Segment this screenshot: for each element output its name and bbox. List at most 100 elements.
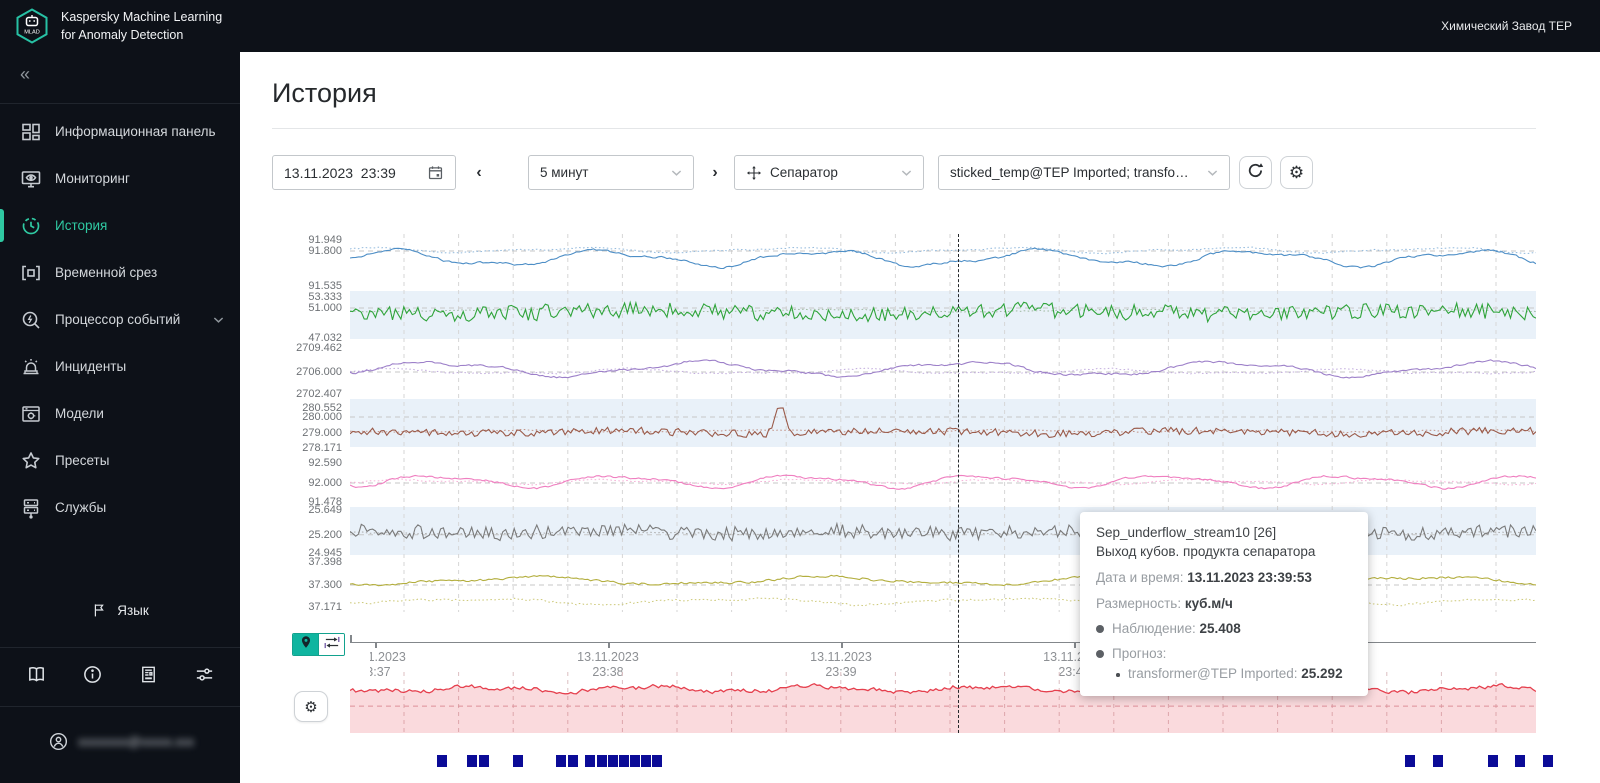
services-icon [20, 497, 42, 519]
anomaly-marker[interactable] [437, 755, 447, 767]
refresh-icon [1246, 161, 1265, 185]
anomaly-marker[interactable] [479, 755, 489, 767]
y-axis-label: 47.032 [308, 332, 342, 345]
sidebar-item-label: Временной срез [55, 265, 158, 280]
sub-bullet-icon [1116, 673, 1120, 677]
sidebar-item-presets[interactable]: Пресеты [0, 437, 240, 484]
anomaly-marker[interactable] [467, 755, 477, 767]
tooltip-row: Дата и время: 13.11.2023 23:39:53 [1096, 570, 1312, 585]
plant-name: Химический Завод ТЕР [1441, 19, 1572, 33]
language-button[interactable]: Язык [0, 602, 240, 618]
pin-icon [299, 635, 313, 654]
y-axis-label: 37.300 [308, 579, 342, 591]
flag-icon [91, 602, 107, 618]
calendar-icon[interactable] [427, 164, 444, 181]
mlad-logo-icon: MLAD [15, 8, 49, 44]
chart-settings-button[interactable]: ⚙ [1280, 156, 1313, 189]
sidebar-item-label: Мониторинг [55, 171, 130, 186]
sidebar-item-label: Модели [55, 406, 104, 421]
tooltip-subtitle: Выход кубов. продукта сепаратора [1096, 544, 1316, 559]
anomaly-marker[interactable] [608, 755, 618, 767]
guide-icon[interactable] [8, 664, 64, 685]
sidebar: « Информационная панель Мониторинг История… [0, 52, 240, 783]
chevron-down-icon [213, 316, 224, 324]
sidebar-item-label: Инциденты [55, 359, 127, 374]
anomaly-marker[interactable] [630, 755, 640, 767]
settings-icon[interactable] [176, 664, 232, 685]
series-bullet-icon [1096, 649, 1104, 658]
chart-mode-toggle [292, 633, 345, 656]
sidebar-item-models[interactable]: Модели [0, 390, 240, 437]
y-axis-label: 91.949 [308, 233, 342, 246]
refresh-button[interactable] [1239, 156, 1272, 189]
sidebar-item-dashboard[interactable]: Информационная панель [0, 108, 240, 155]
y-axis-label: 53.333 [308, 291, 342, 304]
tooltip-title: Sep_underflow_stream10 [26] [1096, 525, 1277, 540]
sidebar-nav: Информационная панель Мониторинг История Вр… [0, 108, 240, 531]
datetime-field[interactable]: 13.11.2023 23:39 [272, 155, 456, 190]
sidebar-item-label: История [55, 218, 108, 233]
prev-interval-button[interactable]: ‹ [468, 155, 490, 190]
anomaly-marker[interactable] [1405, 755, 1415, 767]
user-email: xxxxxxxx@xxxxx.xxx [78, 734, 195, 749]
models-select[interactable]: sticked_temp@TEP Imported; transfor… [938, 155, 1230, 190]
interval-select[interactable]: 5 минут [528, 155, 694, 190]
divider [0, 647, 240, 648]
sidebar-item-event-processor[interactable]: Процессор событий [0, 296, 240, 343]
bottom-settings-button[interactable]: ⚙ [294, 691, 328, 722]
y-axis-label: 25.649 [308, 503, 342, 516]
y-axis-label: 24.945 [308, 547, 342, 560]
y-axis-label: 37.171 [308, 601, 342, 614]
x-axis-edge-tick [350, 635, 352, 643]
anomaly-marker[interactable] [1515, 755, 1525, 767]
anomaly-marker[interactable] [652, 755, 662, 767]
y-axis-label: 91.478 [308, 495, 342, 508]
sidebar-collapse-button[interactable]: « [20, 64, 30, 85]
anomaly-marker[interactable] [1543, 755, 1553, 767]
sidebar-item-monitoring[interactable]: Мониторинг [0, 155, 240, 202]
cursor-line [958, 234, 959, 733]
anomaly-marker[interactable] [568, 755, 578, 767]
x-axis-tick [1074, 643, 1076, 648]
user-account[interactable]: xxxxxxxx@xxxxx.xxx [48, 731, 194, 752]
sidebar-item-label: Информационная панель [55, 124, 216, 139]
y-axis-label: 280.000 [302, 411, 342, 424]
sidebar-item-history[interactable]: История [0, 202, 240, 249]
anomaly-marker[interactable] [1488, 755, 1498, 767]
x-axis-tick [375, 643, 377, 648]
news-icon[interactable] [120, 664, 176, 685]
x-axis-tick [841, 643, 843, 648]
time-slice-icon [20, 262, 42, 284]
y-axis-label: 91.535 [308, 279, 342, 292]
anomaly-marker[interactable] [619, 755, 629, 767]
sidebar-footer-icons [8, 664, 232, 685]
sidebar-item-incidents[interactable]: Инциденты [0, 343, 240, 390]
app-root: MLAD Kaspersky Machine Learning for Anom… [0, 0, 1600, 783]
sidebar-item-services[interactable]: Службы [0, 484, 240, 531]
divider [0, 103, 240, 104]
pan-mode-button[interactable] [318, 634, 344, 655]
anomaly-marker[interactable] [1433, 755, 1443, 767]
y-axis-label: 2702.407 [296, 387, 342, 400]
anomaly-marker[interactable] [513, 755, 523, 767]
top-header: MLAD Kaspersky Machine Learning for Anom… [0, 0, 1600, 52]
move-icon [746, 165, 762, 181]
anomaly-marker[interactable] [641, 755, 651, 767]
gear-icon: ⚙ [304, 698, 318, 716]
anomaly-marker[interactable] [585, 755, 595, 767]
pin-mode-button[interactable] [293, 634, 318, 655]
history-icon [20, 215, 42, 237]
info-icon[interactable] [64, 664, 120, 685]
y-axis-label: 2709.462 [296, 341, 342, 354]
y-axis-label: 92.590 [308, 456, 342, 469]
x-axis-tick [608, 643, 610, 648]
tag-group-select[interactable]: Сепаратор [734, 155, 924, 190]
anomaly-marker[interactable] [597, 755, 607, 767]
dashboard-icon [20, 121, 42, 143]
y-axis-label: 2706.000 [296, 365, 342, 378]
anomaly-marker[interactable] [556, 755, 566, 767]
chevron-down-icon [1207, 169, 1218, 177]
sidebar-item-label: Пресеты [55, 453, 110, 468]
next-interval-button[interactable]: › [704, 155, 726, 190]
sidebar-item-time-slice[interactable]: Временной срез [0, 249, 240, 296]
